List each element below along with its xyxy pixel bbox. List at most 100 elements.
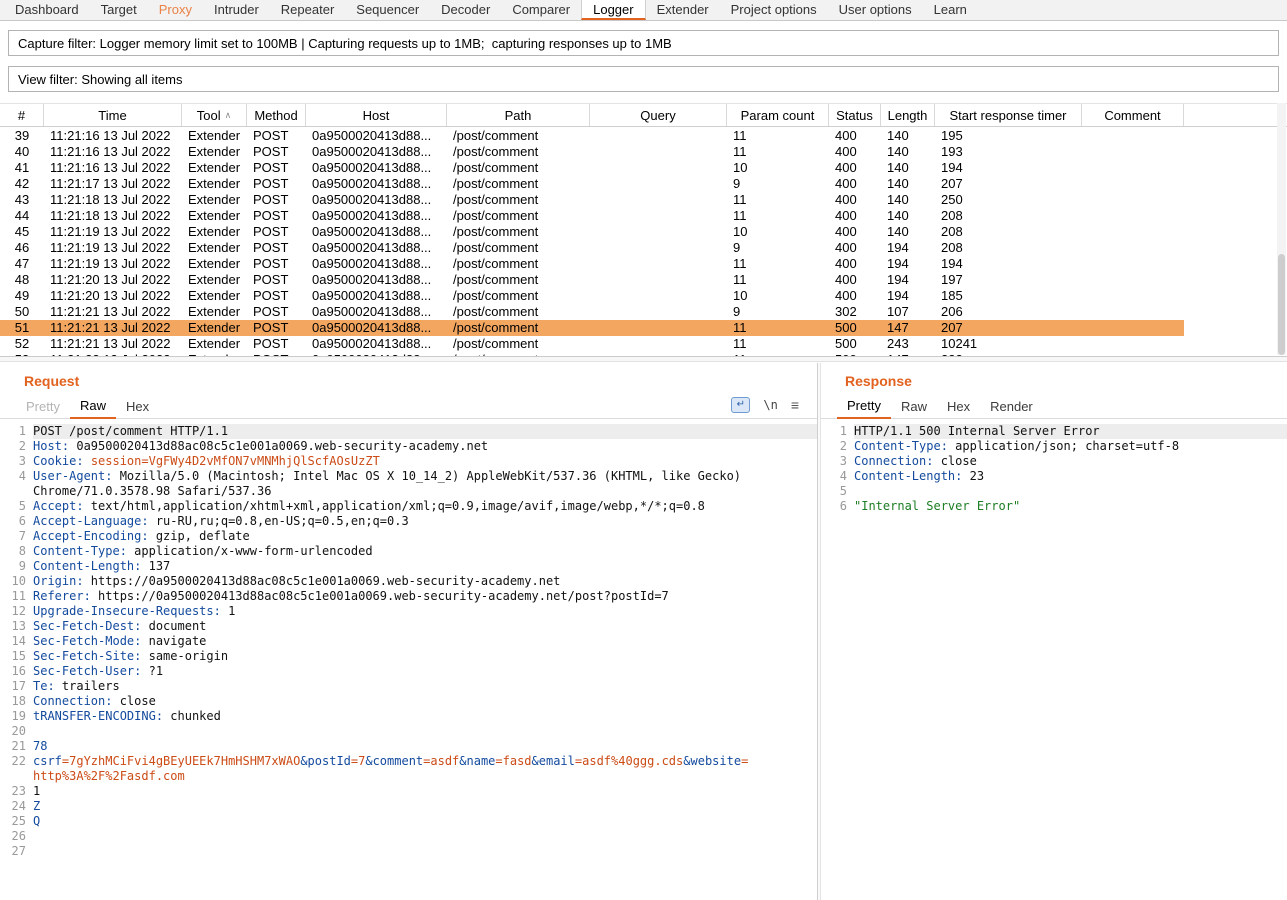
cell-tool: Extender [182,288,247,304]
cell-status: 400 [829,240,881,256]
tab-pretty[interactable]: Pretty [837,398,891,419]
column-header-#[interactable]: # [0,104,44,126]
tab-logger[interactable]: Logger [581,0,645,20]
column-header-tool[interactable]: Tool∧ [182,104,247,126]
column-header-start-response-timer[interactable]: Start response timer [935,104,1082,126]
table-header: #TimeTool∧Method Host PathQueryParam count… [0,103,1287,127]
tab-sequencer[interactable]: Sequencer [345,0,430,20]
editor-line: 5 [821,484,1287,499]
cell-timer: 185 [935,288,1082,304]
line-number: 23 [0,784,33,799]
line-text: Accept-Language: ru-RU,ru;q=0.8,en-US;q=… [33,514,817,529]
column-header-query[interactable]: Query [590,104,727,126]
cell-tool: Extender [182,176,247,192]
cell-query [590,192,727,208]
table-row[interactable]: 4511:21:19 13 Jul 2022ExtenderPOST0a9500… [0,224,1184,240]
column-header-status[interactable]: Status [829,104,881,126]
column-header-path[interactable]: Path [447,104,590,126]
tab-comparer[interactable]: Comparer [501,0,581,20]
cell-id: 44 [0,208,44,224]
cell-param_count: 11 [727,192,829,208]
editor-line: 1HTTP/1.1 500 Internal Server Error [821,424,1287,439]
column-header-method[interactable]: Method [247,104,306,126]
cell-host: 0a9500020413d88... [306,256,447,272]
column-header-param-count[interactable]: Param count [727,104,829,126]
cell-tool: Extender [182,224,247,240]
request-editor[interactable]: 1POST /post/comment HTTP/1.12Host: 0a950… [0,419,817,900]
view-filter-bar[interactable]: View filter: Showing all items [8,66,1279,92]
tab-target[interactable]: Target [90,0,148,20]
cell-timer: 194 [935,256,1082,272]
tab-decoder[interactable]: Decoder [430,0,501,20]
line-number: 17 [0,679,33,694]
show-newlines-icon[interactable]: \n [763,398,777,412]
cell-time: 11:21:20 13 Jul 2022 [44,272,182,288]
table-row[interactable]: 5011:21:21 13 Jul 2022ExtenderPOST0a9500… [0,304,1184,320]
line-number: 6 [0,514,33,529]
cell-id: 39 [0,128,44,144]
cell-length: 140 [881,224,935,240]
table-row[interactable]: 4011:21:16 13 Jul 2022ExtenderPOST0a9500… [0,144,1184,160]
line-text: HTTP/1.1 500 Internal Server Error [854,424,1287,439]
line-number: 2 [821,439,854,454]
cell-method: POST [247,256,306,272]
soft-wrap-icon[interactable]: ↵ [731,397,750,413]
table-row[interactable]: 4911:21:20 13 Jul 2022ExtenderPOST0a9500… [0,288,1184,304]
table-row[interactable]: 3911:21:16 13 Jul 2022ExtenderPOST0a9500… [0,128,1184,144]
column-label: Host [363,108,390,123]
table-row[interactable]: 4311:21:18 13 Jul 2022ExtenderPOST0a9500… [0,192,1184,208]
tab-user-options[interactable]: User options [828,0,923,20]
tab-learn[interactable]: Learn [923,0,978,20]
capture-filter-bar[interactable]: Capture filter: Logger memory limit set … [8,30,1279,56]
response-panel: Response PrettyRawHexRender 1HTTP/1.1 50… [821,363,1287,900]
tab-proxy[interactable]: Proxy [148,0,203,20]
table-row[interactable]: 4211:21:17 13 Jul 2022ExtenderPOST0a9500… [0,176,1184,192]
tab-raw[interactable]: Raw [891,399,937,418]
cell-time: 11:21:20 13 Jul 2022 [44,288,182,304]
table-row[interactable]: 4711:21:19 13 Jul 2022ExtenderPOST0a9500… [0,256,1184,272]
tab-repeater[interactable]: Repeater [270,0,345,20]
cell-path: /post/comment [447,128,590,144]
tab-intruder[interactable]: Intruder [203,0,270,20]
tab-hex[interactable]: Hex [937,399,980,418]
cell-param_count: 9 [727,176,829,192]
tab-extender[interactable]: Extender [646,0,720,20]
column-header-time[interactable]: Time [44,104,182,126]
editor-line: 1POST /post/comment HTTP/1.1 [0,424,817,439]
cell-tool: Extender [182,192,247,208]
cell-timer: 207 [935,176,1082,192]
table-vertical-scrollbar[interactable] [1277,103,1286,355]
horizontal-splitter[interactable] [0,356,1287,362]
line-number: 16 [0,664,33,679]
column-label: Start response timer [949,108,1066,123]
column-header-host[interactable]: Host [306,104,447,126]
table-row[interactable]: 5211:21:21 13 Jul 2022ExtenderPOST0a9500… [0,336,1184,352]
editor-line: 12Upgrade-Insecure-Requests: 1 [0,604,817,619]
tab-project-options[interactable]: Project options [720,0,828,20]
tab-hex[interactable]: Hex [116,399,159,418]
table-row[interactable]: 4811:21:20 13 Jul 2022ExtenderPOST0a9500… [0,272,1184,288]
cell-param_count: 9 [727,240,829,256]
cell-time: 11:21:21 13 Jul 2022 [44,320,182,336]
cell-id: 51 [0,320,44,336]
line-text: Content-Length: 23 [854,469,1287,484]
editor-line: 15Sec-Fetch-Site: same-origin [0,649,817,664]
column-header-length[interactable]: Length [881,104,935,126]
line-text: Sec-Fetch-Dest: document [33,619,817,634]
tab-render[interactable]: Render [980,399,1043,418]
table-row[interactable]: 4111:21:16 13 Jul 2022ExtenderPOST0a9500… [0,160,1184,176]
table-row[interactable]: 4611:21:19 13 Jul 2022ExtenderPOST0a9500… [0,240,1184,256]
editor-line: 6Accept-Language: ru-RU,ru;q=0.8,en-US;q… [0,514,817,529]
cell-status: 302 [829,304,881,320]
scrollbar-thumb[interactable] [1278,254,1285,355]
editor-menu-icon[interactable]: ≡ [791,398,799,412]
capture-filter-text: Capture filter: Logger memory limit set … [18,36,672,51]
column-header-comment[interactable]: Comment [1082,104,1184,126]
tab-dashboard[interactable]: Dashboard [4,0,90,20]
cell-status: 400 [829,288,881,304]
table-row[interactable]: 4411:21:18 13 Jul 2022ExtenderPOST0a9500… [0,208,1184,224]
cell-comment [1082,288,1184,304]
table-row[interactable]: 5111:21:21 13 Jul 2022ExtenderPOST0a9500… [0,320,1184,336]
response-editor[interactable]: 1HTTP/1.1 500 Internal Server Error2Cont… [821,419,1287,900]
tab-raw[interactable]: Raw [70,398,116,419]
